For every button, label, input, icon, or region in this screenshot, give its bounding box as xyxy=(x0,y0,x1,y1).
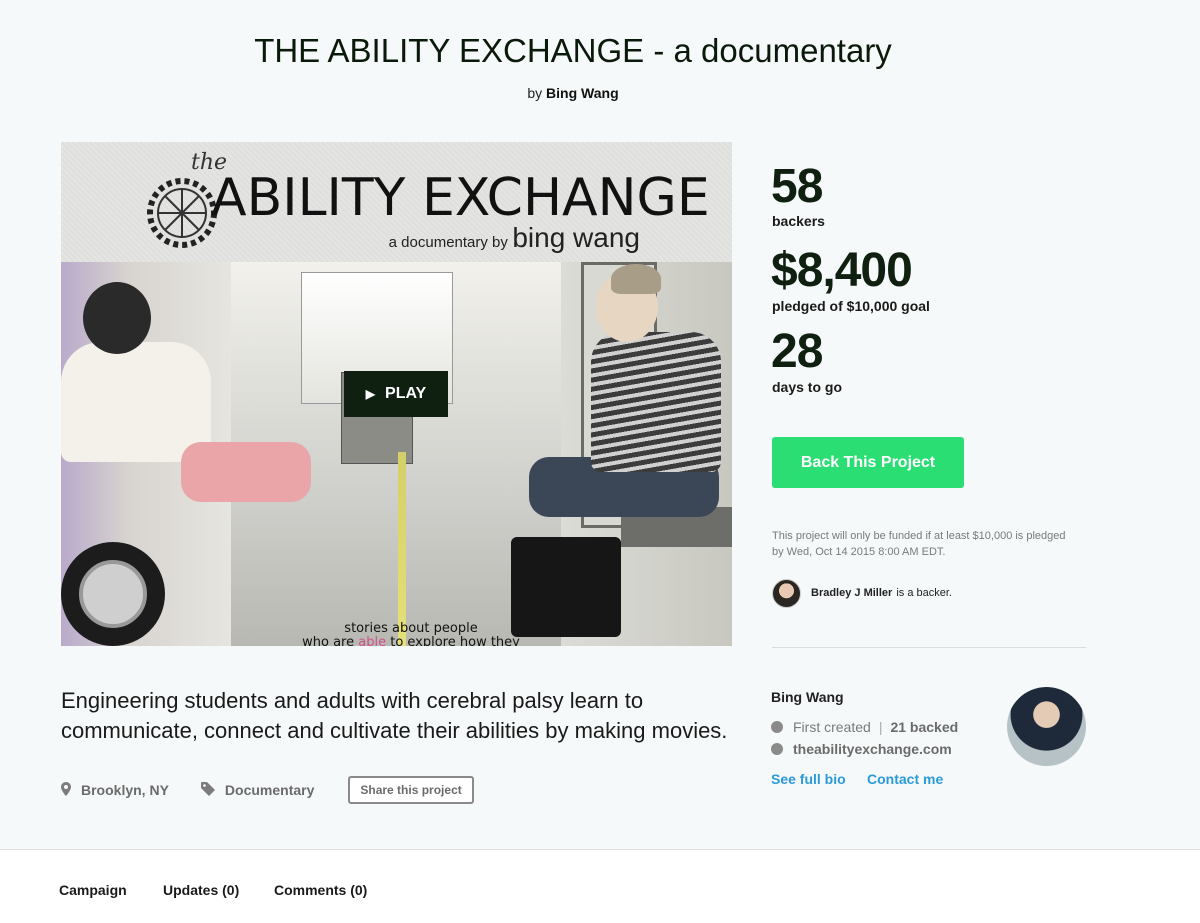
backers-label: backers xyxy=(772,213,825,229)
divider xyxy=(772,647,1086,648)
tagline-who-are: who are xyxy=(302,635,355,647)
tagline-explore: to explore how they xyxy=(390,635,520,647)
location-link[interactable]: Brooklyn, NY xyxy=(61,781,169,799)
backers-count: 58 xyxy=(771,160,823,213)
person-left-legs xyxy=(181,442,311,502)
video-title-card: the ABILITY EXCHANGE a documentary by bi… xyxy=(61,142,732,262)
byline-prefix: by xyxy=(527,85,543,101)
creator-avatar[interactable] xyxy=(1007,687,1086,766)
scene-floor-line xyxy=(398,452,406,646)
backer-name[interactable]: Bradley J Miller xyxy=(811,587,892,599)
share-project-button[interactable]: Share this project xyxy=(348,776,474,804)
video-subtitle-b: bing wang xyxy=(512,222,640,253)
tab-updates[interactable]: Updates (0) xyxy=(163,882,239,898)
creator-name[interactable]: Bing Wang xyxy=(771,689,844,705)
back-this-project-button[interactable]: Back This Project xyxy=(772,437,964,488)
video-subtitle: a documentary by bing wang xyxy=(389,222,640,254)
video-subtitle-a: a documentary by xyxy=(388,234,508,251)
pledged-amount: $8,400 xyxy=(771,244,913,297)
backed-count[interactable]: 21 backed xyxy=(890,719,958,735)
project-video[interactable]: the ABILITY EXCHANGE a documentary by bi… xyxy=(61,142,732,646)
first-created-label: First created xyxy=(793,719,871,735)
days-to-go-label: days to go xyxy=(772,379,843,395)
location-label: Brooklyn, NY xyxy=(81,782,169,798)
kickstarter-icon xyxy=(771,721,783,733)
person-left xyxy=(61,342,211,462)
tagline-able: able xyxy=(358,635,387,647)
project-nav: Campaign Updates (0) Comments (0) xyxy=(0,849,1200,923)
project-title: THE ABILITY EXCHANGE - a documentary xyxy=(254,32,892,69)
category-label: Documentary xyxy=(224,782,315,798)
tab-comments[interactable]: Comments (0) xyxy=(274,882,367,898)
tab-campaign[interactable]: Campaign xyxy=(59,882,127,898)
byline: by Bing Wang xyxy=(0,85,1146,101)
person-right xyxy=(591,332,721,472)
creator-history: First created | 21 backed xyxy=(771,719,958,735)
creator-website: theabilityexchange.com xyxy=(771,741,952,757)
avatar[interactable] xyxy=(772,578,801,608)
tagline-line1: stories about people xyxy=(344,621,478,636)
pledged-label: pledged of $10,000 goal xyxy=(772,298,930,314)
see-full-bio-link[interactable]: See full bio xyxy=(771,771,846,787)
backer-notice-text: is a backer. xyxy=(896,587,952,599)
separator: | xyxy=(878,719,883,735)
video-tagline: stories about people who are able to exp… xyxy=(291,621,531,647)
backer-notice: Bradley J Miller is a backer. xyxy=(772,578,952,608)
tagline-line2: who are able to explore how they xyxy=(291,635,531,647)
play-label: PLAY xyxy=(385,385,427,402)
creator-link[interactable]: Bing Wang xyxy=(546,85,619,101)
person-left-head xyxy=(83,282,151,354)
project-blurb: Engineering students and adults with cer… xyxy=(61,688,728,743)
wheelchair-wheel xyxy=(61,542,165,646)
category-link[interactable]: Documentary xyxy=(200,781,315,799)
play-icon: ▶ xyxy=(365,387,376,401)
map-pin-icon xyxy=(61,781,71,799)
project-meta: Brooklyn, NY Documentary Share this proj… xyxy=(61,775,474,805)
video-title-text: ABILITY EXCHANGE xyxy=(211,168,710,228)
video-thumbnail-scene: stories about people who are able to exp… xyxy=(61,262,732,646)
days-to-go-count: 28 xyxy=(771,325,823,378)
funding-note: This project will only be funded if at l… xyxy=(772,530,1066,558)
tag-icon xyxy=(200,781,215,799)
website-link[interactable]: theabilityexchange.com xyxy=(793,741,952,757)
person-right-hair xyxy=(611,264,661,294)
contact-me-link[interactable]: Contact me xyxy=(867,771,943,787)
play-video-button[interactable]: ▶ PLAY xyxy=(344,371,448,417)
globe-icon xyxy=(771,743,783,755)
